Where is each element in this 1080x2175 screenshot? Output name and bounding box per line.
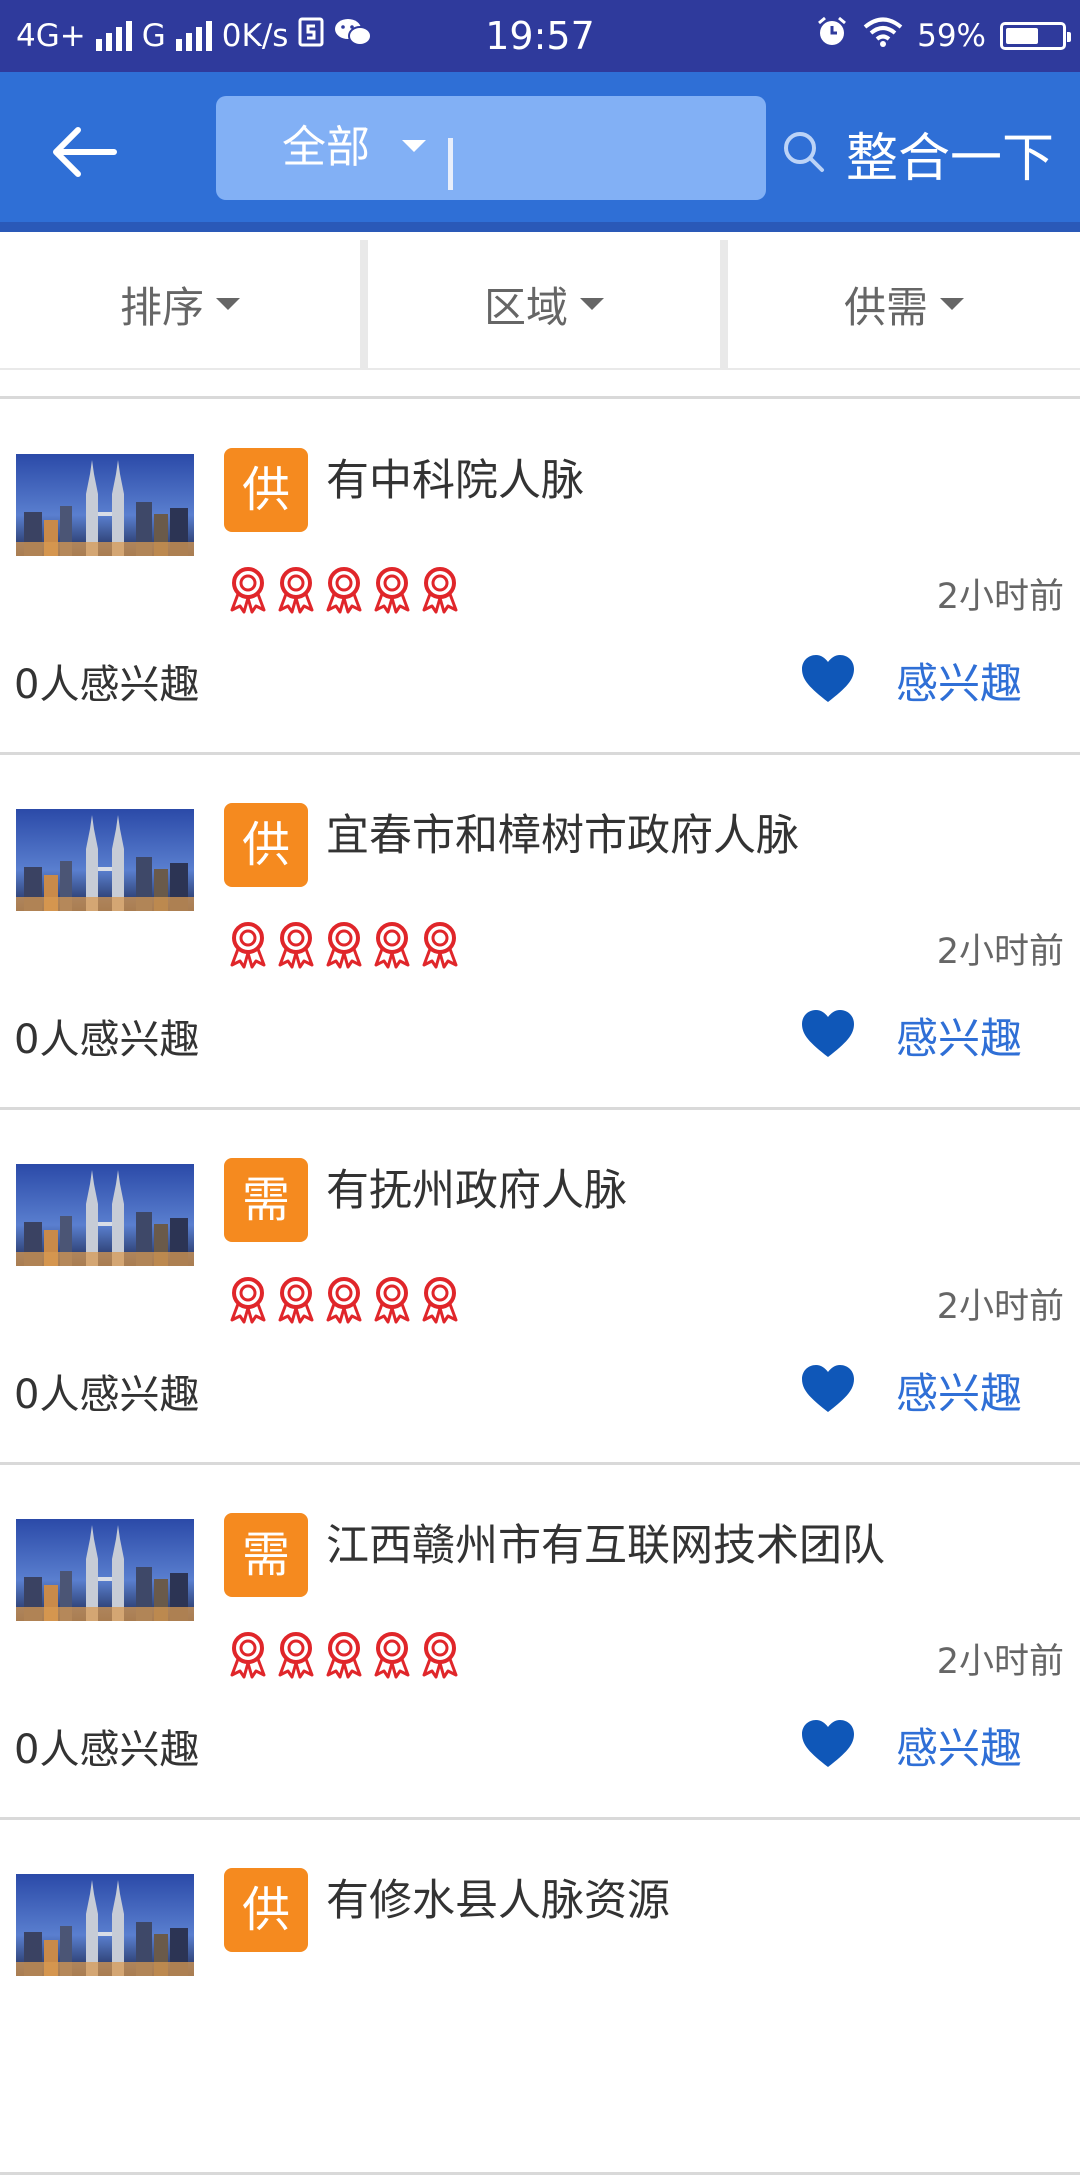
filter-sort[interactable]: 排序 [0,240,360,368]
interest-count: 0人感兴趣 [14,662,200,708]
medal-icon [374,567,410,614]
medal-icon [326,1277,362,1324]
item-title: 有修水县人脉资源 [326,1876,670,1926]
filter-label: 排序 [119,282,204,332]
chevron-down-icon [216,298,240,310]
medal-icon [422,922,458,969]
interest-count: 0人感兴趣 [14,1017,200,1063]
item-title: 有中科院人脉 [326,456,584,506]
thumbnail-image [16,454,194,556]
thumbnail-image [16,1519,194,1621]
demand-badge: 需 [224,1513,308,1597]
post-time: 2小时前 [936,1287,1064,1327]
medal-icon [230,922,266,969]
status-bar: 4G+ G 0K/s 19:57 59% [0,0,1080,72]
rating-medals [226,921,462,969]
filter-area[interactable]: 区域 [368,240,720,368]
back-arrow-icon [53,127,117,177]
header-divider [0,222,1080,232]
search-button[interactable]: 整合一下 [846,116,1054,191]
medal-icon [278,1277,314,1324]
medal-icon [374,922,410,969]
interest-button[interactable]: 感兴趣 [896,650,1022,711]
alarm-icon [815,15,849,57]
interest-button[interactable]: 感兴趣 [896,1715,1022,1776]
medal-icon [422,567,458,614]
heart-icon[interactable] [800,1719,856,1773]
filter-label: 供需 [843,282,928,332]
list-item[interactable]: 需 有抚州政府人脉 2小时前 0人感兴趣 感兴趣 [0,1110,1080,1465]
medal-icon [278,567,314,614]
thumbnail-image [16,1164,194,1266]
list-divider [0,396,1080,399]
medal-icon [230,1277,266,1324]
scope-dropdown[interactable]: 全部 [282,96,370,200]
rating-medals [226,1631,462,1679]
post-time: 2小时前 [936,1642,1064,1682]
heart-icon[interactable] [800,654,856,708]
list-item[interactable]: 需 江西赣州市有互联网技术团队 2小时前 0人感兴趣 感兴趣 [0,1465,1080,1820]
wifi-icon [863,16,903,56]
filter-bar: 排序 区域 供需 [0,240,1080,370]
item-title: 宜春市和樟树市政府人脉 [326,811,799,861]
post-time: 2小时前 [936,932,1064,972]
thumbnail-image [16,809,194,911]
filter-supply-demand[interactable]: 供需 [728,240,1080,368]
medal-icon [422,1632,458,1679]
interest-count: 0人感兴趣 [14,1727,200,1773]
demand-badge: 需 [224,1158,308,1242]
list-item[interactable]: 供 宜春市和樟树市政府人脉 2小时前 0人感兴趣 感兴趣 [0,755,1080,1110]
medal-icon [278,1632,314,1679]
medal-icon [326,567,362,614]
supply-badge: 供 [224,803,308,887]
item-title: 有抚州政府人脉 [326,1166,627,1216]
medal-icon [230,1632,266,1679]
list-item[interactable]: 供 有中科院人脉 2小时前 0人感兴趣 感兴趣 [0,400,1080,755]
medal-icon [230,567,266,614]
heart-icon[interactable] [800,1009,856,1063]
interest-button[interactable]: 感兴趣 [896,1360,1022,1421]
filter-label: 区域 [483,282,568,332]
thumbnail-image [16,1874,194,1976]
chevron-down-icon [940,298,964,310]
battery-icon [1000,22,1071,50]
supply-badge: 供 [224,1868,308,1952]
chevron-down-icon [580,298,604,310]
interest-count: 0人感兴趣 [14,1372,200,1418]
medal-icon [374,1277,410,1324]
search-icon[interactable] [782,130,826,178]
app-header: 全部 整合一下 [0,72,1080,232]
item-title: 江西赣州市有互联网技术团队 [326,1521,885,1571]
list-item[interactable]: 供 有修水县人脉资源 [0,1820,1080,2175]
battery-percent: 59% [917,18,986,54]
search-input[interactable]: 全部 [216,96,766,200]
back-button[interactable] [50,124,120,180]
rating-medals [226,1276,462,1324]
medal-icon [326,1632,362,1679]
medal-icon [422,1277,458,1324]
heart-icon[interactable] [800,1364,856,1418]
post-time: 2小时前 [936,577,1064,617]
resource-list: 供 有中科院人脉 2小时前 0人感兴趣 感兴趣 供 宜春市和樟树市政府人脉 2小… [0,400,1080,2175]
chevron-down-icon [402,140,426,152]
interest-button[interactable]: 感兴趣 [896,1005,1022,1066]
rating-medals [226,566,462,614]
supply-badge: 供 [224,448,308,532]
text-cursor [448,138,453,190]
medal-icon [326,922,362,969]
medal-icon [374,1632,410,1679]
medal-icon [278,922,314,969]
